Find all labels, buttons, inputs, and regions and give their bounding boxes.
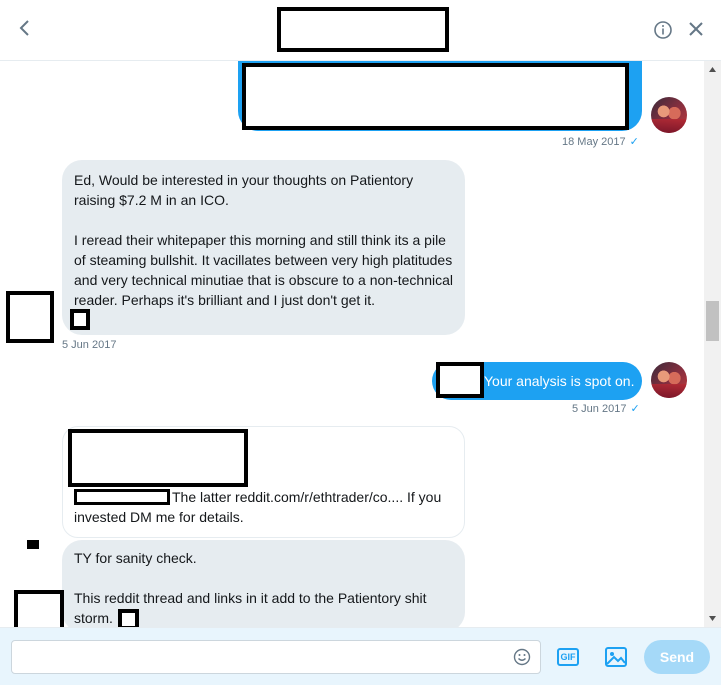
redacted-inline-content <box>70 309 90 330</box>
conversation-header <box>0 0 721 61</box>
message-timestamp: 5 Jun 2017 ✓ <box>572 402 640 415</box>
redacted-sender-avatar <box>6 291 54 343</box>
timestamp-text: 5 Jun 2017 <box>572 403 627 415</box>
message-input[interactable] <box>20 645 504 671</box>
message-text: This reddit thread and links in it add t… <box>74 590 427 606</box>
send-button[interactable]: Send <box>644 640 710 674</box>
my-avatar[interactable] <box>651 97 687 133</box>
message-text: TY for sanity check. <box>74 550 197 566</box>
redacted-inline-content <box>118 609 139 627</box>
message-timestamp: 5 Jun 2017 <box>62 339 117 351</box>
scroll-up-arrow-icon[interactable] <box>704 61 721 78</box>
gif-button[interactable]: GIF <box>557 648 579 666</box>
message-input-box[interactable] <box>11 640 541 674</box>
read-check-icon: ✓ <box>630 403 640 415</box>
message-text: The latter reddit.com/r/ethtrader/co....… <box>74 487 459 527</box>
message-text: I reread their whitepaper this morning a… <box>74 232 453 308</box>
message-text: Ed, Would be interested in your thoughts… <box>74 172 414 208</box>
message-text: Your analysis is spot on. <box>484 373 635 389</box>
message-line: invested DM me for details. <box>74 509 244 525</box>
incoming-link-card[interactable]: The latter reddit.com/r/ethtrader/co....… <box>62 426 465 538</box>
redacted-conversation-title <box>277 7 449 52</box>
back-arrow-icon[interactable] <box>14 16 36 40</box>
incoming-message-bubble: Ed, Would be interested in your thoughts… <box>62 160 465 335</box>
info-icon[interactable] <box>651 18 675 42</box>
message-timestamp: 18 May 2017 ✓ <box>562 135 639 148</box>
redacted-card-title <box>68 429 248 487</box>
redacted-inline-content <box>436 362 484 398</box>
message-line: The latter reddit.com/r/ethtrader/co....… <box>172 489 442 505</box>
redacted-sender-avatar <box>14 590 64 627</box>
timestamp-text: 18 May 2017 <box>562 136 626 148</box>
close-icon[interactable] <box>686 19 706 39</box>
redacted-message-content <box>242 63 629 130</box>
image-icon[interactable] <box>604 646 628 668</box>
scroll-down-arrow-icon[interactable] <box>704 610 721 627</box>
read-check-icon: ✓ <box>629 136 639 148</box>
scrollbar-thumb[interactable] <box>706 301 719 341</box>
my-avatar[interactable] <box>651 362 687 398</box>
smiley-icon[interactable] <box>513 648 531 666</box>
redacted-marker <box>27 540 39 549</box>
chat-scrollbar[interactable] <box>704 61 721 627</box>
message-composer: GIF Send <box>0 627 721 685</box>
message-list[interactable]: 18 May 2017 ✓ Ed, Would be interested in … <box>0 61 704 627</box>
